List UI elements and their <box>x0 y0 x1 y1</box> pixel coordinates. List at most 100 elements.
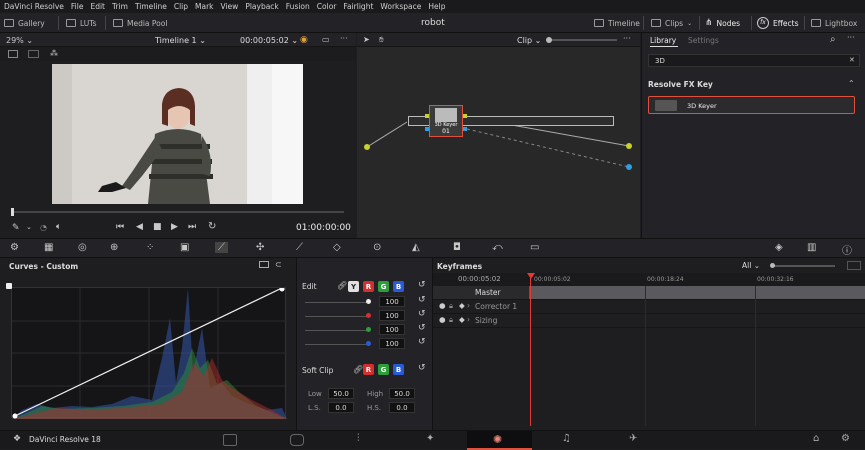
menu-davinci[interactable]: DaVinci Resolve <box>4 2 64 11</box>
keyframe-diamond-icon[interactable]: ◆ <box>459 301 465 310</box>
tab-library[interactable]: Library <box>650 36 676 45</box>
node-output-port[interactable] <box>463 114 467 118</box>
motion-effects-icon[interactable]: ▣ <box>180 242 189 253</box>
color-match-icon[interactable]: ▦ <box>44 242 53 253</box>
reset-icon[interactable]: ↺ <box>418 363 426 373</box>
reset-icon[interactable]: ↺ <box>418 295 426 305</box>
node-key-input-port[interactable] <box>425 127 429 131</box>
node-zoom-slider[interactable] <box>547 39 617 41</box>
scopes-icon[interactable]: ▥ <box>807 242 816 253</box>
menu-mark[interactable]: Mark <box>195 2 214 11</box>
menu-trim[interactable]: Trim <box>112 2 128 11</box>
volume-icon[interactable]: 🔈︎ <box>56 222 61 232</box>
channel-b-button[interactable]: B <box>393 281 404 292</box>
go-to-start-icon[interactable]: ⏮︎ <box>116 222 124 232</box>
curves-icon[interactable]: ⟋ <box>215 242 228 253</box>
node-graph[interactable]: 3D Keyer 01 <box>357 47 640 238</box>
g-slider[interactable] <box>305 330 367 331</box>
go-to-end-icon[interactable]: ⏭︎ <box>188 222 196 232</box>
soft-clip-b-button[interactable]: B <box>393 364 404 375</box>
chevron-down-icon[interactable]: ⌄ <box>26 223 32 231</box>
node-key-output-port[interactable] <box>463 127 467 131</box>
chevron-right-icon[interactable]: › <box>467 315 470 324</box>
b-slider[interactable] <box>305 344 367 345</box>
hand-icon[interactable]: ✋︎ <box>379 35 384 45</box>
tracker-icon[interactable]: ⊙ <box>373 242 381 253</box>
info-icon[interactable]: ⓘ <box>842 242 852 257</box>
viewer-timecode[interactable]: 00:00:05:02 ⌄ <box>240 36 298 45</box>
qualifier-icon[interactable]: ⟋ <box>296 242 303 253</box>
menu-workspace[interactable]: Workspace <box>380 2 421 11</box>
soft-clip-r-button[interactable]: R <box>363 364 374 375</box>
play-icon[interactable]: ▶ <box>171 222 178 232</box>
menu-fairlight[interactable]: Fairlight <box>343 2 373 11</box>
search-icon[interactable]: ⌕ <box>830 34 836 45</box>
more-options-icon[interactable]: ··· <box>623 34 631 43</box>
sizing-icon[interactable]: ▭ <box>530 242 539 253</box>
loop-icon[interactable]: ↻ <box>208 221 216 232</box>
menu-fusion[interactable]: Fusion <box>286 2 310 11</box>
fx-item-3d-keyer[interactable]: 3D Keyer <box>648 96 855 114</box>
split-view-icon[interactable] <box>28 50 39 58</box>
magic-mask-icon[interactable]: ◭ <box>412 242 420 253</box>
ls-value[interactable]: 0.0 <box>328 402 354 413</box>
gear-icon[interactable]: ⚙︎ <box>841 433 850 444</box>
y-slider[interactable] <box>305 302 367 303</box>
camera-raw-icon[interactable]: ⚙︎ <box>10 242 19 253</box>
stop-icon[interactable]: ■ <box>153 222 162 232</box>
keyframe-diamond-icon[interactable]: ◆ <box>459 315 465 324</box>
window-icon[interactable]: ◇ <box>333 242 341 253</box>
lock-icon[interactable]: 🔒︎ <box>449 301 453 311</box>
clips-toggle[interactable]: Clips ⌄ <box>651 17 692 29</box>
highlight-icon[interactable]: ◔ <box>40 223 47 232</box>
node-zoom-handle[interactable] <box>546 37 552 43</box>
media-page-icon[interactable] <box>223 434 237 446</box>
menu-file[interactable]: File <box>71 2 84 11</box>
link-icon[interactable]: 🔗︎ <box>353 365 363 374</box>
hs-value[interactable]: 0.0 <box>389 402 415 413</box>
menu-view[interactable]: View <box>221 2 239 11</box>
menu-playback[interactable]: Playback <box>245 2 278 11</box>
media-pool-button[interactable]: Media Pool <box>113 17 167 29</box>
menu-clip[interactable]: Clip <box>174 2 188 11</box>
color-wheels-icon[interactable]: ◎ <box>78 242 87 253</box>
menu-edit[interactable]: Edit <box>90 2 105 11</box>
curve-graph[interactable] <box>11 286 287 419</box>
fusion-page-icon[interactable]: ✦ <box>426 433 434 444</box>
grid-icon[interactable]: ⁂ <box>50 49 58 58</box>
b-value[interactable]: 100 <box>379 338 405 349</box>
channel-y-button[interactable]: Y <box>348 281 359 292</box>
track-enable-icon[interactable]: ● <box>439 301 446 310</box>
menu-color[interactable]: Color <box>317 2 337 11</box>
track-enable-icon[interactable]: ● <box>439 315 446 324</box>
keyframes-icon[interactable]: ◈ <box>775 242 783 253</box>
menu-help[interactable]: Help <box>428 2 445 11</box>
track-master[interactable]: Master <box>433 286 865 300</box>
color-wheel-icon[interactable]: ◉ <box>300 35 308 45</box>
nodes-toggle[interactable]: ⋔ Nodes <box>705 17 740 29</box>
r-value[interactable]: 100 <box>379 310 405 321</box>
chevron-right-icon[interactable]: › <box>467 301 470 310</box>
keyframe-playhead[interactable] <box>530 273 531 426</box>
reset-icon[interactable]: ↺ <box>418 337 426 347</box>
track-corrector-1[interactable]: ● 🔒︎ ◆ › Corrector 1 <box>433 300 865 314</box>
key-icon[interactable]: ⤺ <box>492 242 503 253</box>
home-icon[interactable]: ⌂ <box>813 433 819 444</box>
keyer-node[interactable]: 3D Keyer 01 <box>429 105 463 137</box>
more-options-icon[interactable]: ··· <box>340 34 348 43</box>
reset-icon[interactable]: ↺ <box>418 309 426 319</box>
keyframe-filter-select[interactable]: All ⌄ <box>742 261 760 270</box>
link-icon[interactable]: 🔗︎ <box>337 281 347 290</box>
gallery-button[interactable]: Gallery <box>4 17 45 29</box>
scrub-bar[interactable] <box>12 211 344 213</box>
timeline-select[interactable]: Timeline 1 ⌄ <box>155 36 206 45</box>
r-slider[interactable] <box>305 316 367 317</box>
rgb-mixer-icon[interactable]: ⁘ <box>146 242 154 253</box>
high-value[interactable]: 50.0 <box>389 388 415 399</box>
lightbox-toggle[interactable]: Lightbox <box>811 17 857 29</box>
keyframe-zoom-slider[interactable] <box>771 265 835 267</box>
reset-icon[interactable]: ↺ <box>418 280 426 290</box>
luts-button[interactable]: LUTs <box>66 17 97 29</box>
node-input-port[interactable] <box>425 114 429 118</box>
color-page-tab[interactable]: ✺ <box>467 431 532 450</box>
